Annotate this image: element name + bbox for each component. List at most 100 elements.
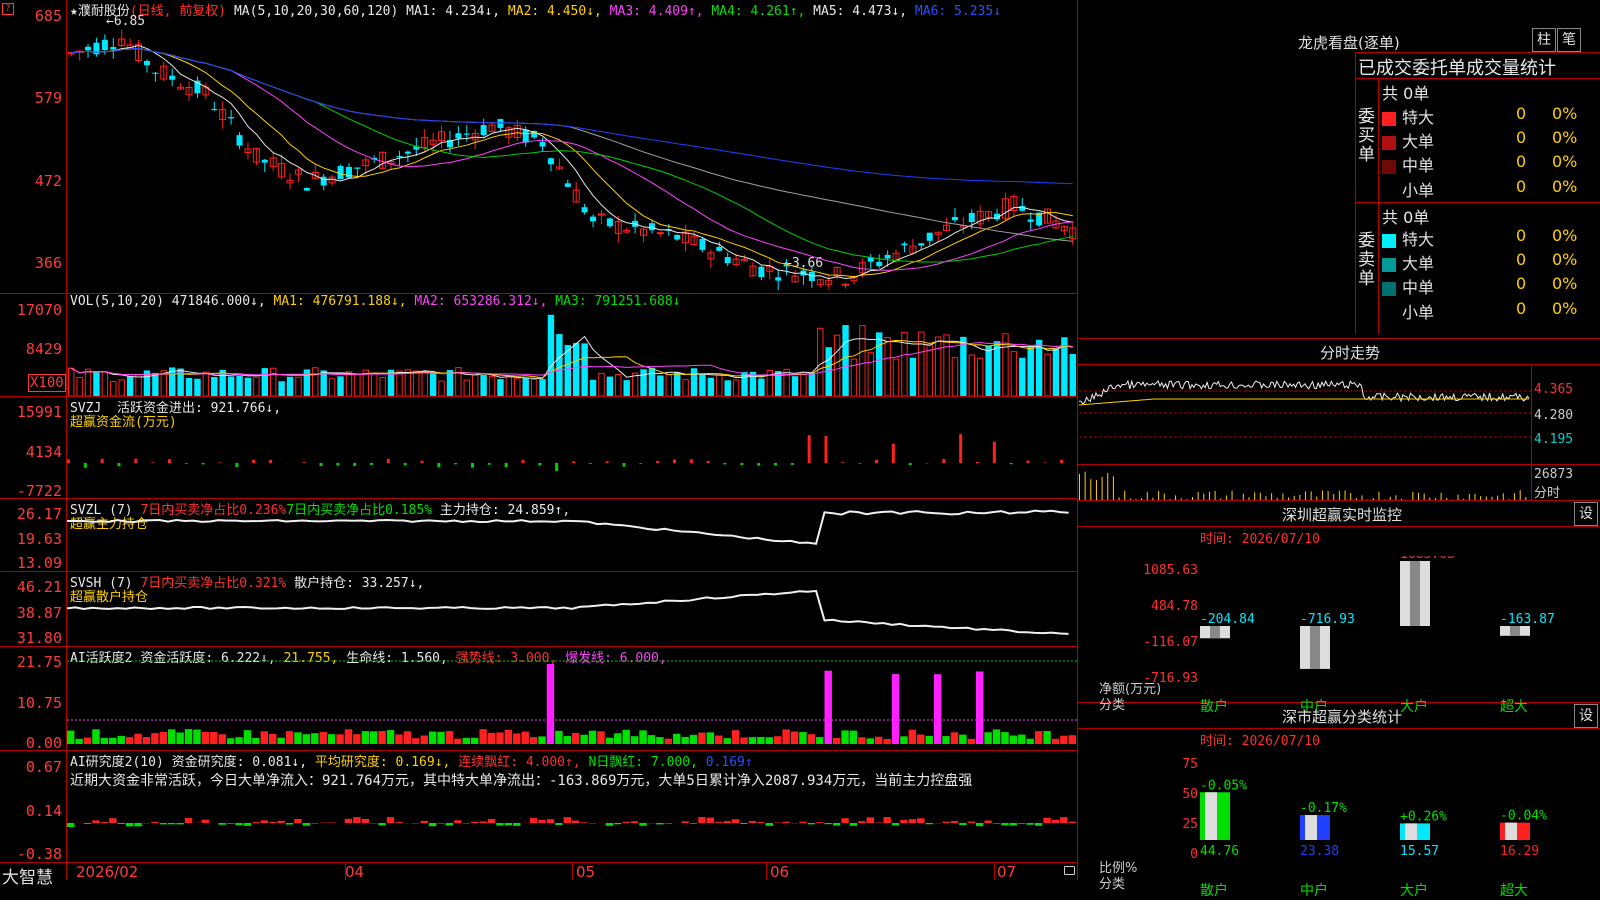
intraday-chart[interactable]	[1079, 365, 1531, 500]
intraday-volume-bar	[1169, 499, 1171, 500]
activity-bar	[664, 738, 672, 744]
intraday-volume-bar	[1344, 490, 1346, 500]
volume-bar	[657, 375, 664, 396]
research-bar	[555, 823, 563, 825]
activity-bar	[226, 738, 235, 744]
activity-bar	[311, 733, 319, 744]
volume-bar	[295, 376, 302, 396]
flow-bar	[252, 459, 256, 463]
flow-bar	[572, 461, 575, 463]
svg-text:-716.93: -716.93	[1300, 612, 1355, 627]
flow-bar	[218, 462, 222, 463]
research-bar	[723, 821, 731, 823]
candle	[783, 259, 790, 276]
monitor-bar: -204.84	[1200, 612, 1255, 639]
volume-bar	[185, 377, 193, 396]
candle	[455, 126, 462, 146]
volume-bar	[236, 375, 243, 396]
intraday-axis-label: 4.365	[1534, 382, 1574, 397]
activity-bar	[277, 737, 285, 744]
volume-bar	[682, 379, 689, 396]
volume-unit-button[interactable]: X100	[28, 374, 66, 392]
activity-bar	[984, 732, 992, 744]
monitor-cat: 超大	[1500, 699, 1528, 715]
lock-icon[interactable]	[1064, 866, 1075, 875]
candle	[590, 214, 597, 228]
buy-row: 小单 0 0%	[1382, 177, 1577, 201]
candle	[934, 231, 942, 242]
research-bar	[942, 821, 950, 823]
flow-bar	[302, 462, 306, 463]
activity-bar	[1034, 731, 1043, 744]
volume-bar	[1019, 357, 1026, 396]
research-bar	[92, 820, 100, 823]
swatch-icon	[1382, 184, 1396, 199]
volume-bar	[901, 331, 908, 396]
research-bar	[765, 823, 773, 826]
volume-bar	[648, 367, 656, 396]
class-settings-button[interactable]: 设	[1574, 704, 1598, 728]
monitor-settings-button[interactable]: 设	[1574, 502, 1598, 526]
activity-bar	[361, 731, 369, 744]
intraday-volume-bar	[1474, 493, 1476, 500]
volume-bar	[791, 376, 799, 396]
candle	[252, 147, 260, 166]
candle	[303, 187, 310, 191]
volume-bar	[800, 371, 807, 396]
ai-research-axis-label: 0.14	[25, 802, 62, 820]
volume-bar	[960, 336, 967, 396]
class-bar: -0.05% 44.76	[1200, 778, 1247, 859]
x-axis-label: 07	[997, 863, 1017, 881]
moving-average-line	[71, 47, 1073, 242]
candle	[909, 238, 917, 254]
volume-bar	[951, 357, 959, 396]
class-cat: 中户	[1300, 883, 1328, 899]
research-bar	[1026, 823, 1034, 825]
main-chart-area[interactable]: ? 685 579 472 366 ★濮耐股份(日线, 前复权) MA(5,10…	[0, 0, 1078, 888]
column-view-button[interactable]: 柱	[1532, 28, 1556, 52]
volume-bar	[833, 334, 841, 396]
candle	[707, 249, 715, 269]
volume-bar	[446, 370, 454, 396]
svzl-axis-label: 19.63	[16, 530, 62, 548]
swatch-icon	[1382, 135, 1396, 150]
intraday-volume-bar	[1282, 493, 1284, 500]
ai-research-axis-label: -0.38	[16, 845, 62, 863]
research-bar	[799, 821, 807, 823]
stroke-view-button[interactable]: 笔	[1557, 28, 1581, 52]
research-bar	[883, 817, 891, 823]
activity-bar	[462, 737, 470, 744]
activity-bar	[799, 732, 807, 744]
volume-bar	[1010, 351, 1018, 396]
buy-row: 中单 0 0%	[1382, 152, 1577, 176]
activity-bar	[151, 733, 159, 744]
flow-bar	[386, 458, 390, 463]
research-bar	[109, 818, 117, 823]
research-bar	[715, 821, 723, 823]
flow-bar	[790, 463, 794, 465]
research-bar	[277, 820, 285, 823]
flow-bar	[723, 463, 727, 465]
intraday-volume-bar	[1101, 476, 1103, 500]
intraday-volume-bar	[1259, 492, 1261, 500]
research-bar	[151, 821, 159, 823]
research-bar	[967, 821, 975, 823]
intraday-volume-bar	[1502, 493, 1504, 500]
candle	[564, 179, 571, 188]
research-bar	[900, 820, 908, 823]
swatch-icon	[1382, 233, 1396, 248]
research-bar	[201, 819, 210, 823]
intraday-volume-bar	[1327, 491, 1329, 500]
research-bar	[260, 820, 268, 823]
volume-bar	[270, 367, 277, 396]
activity-bar	[521, 731, 529, 744]
candlestick-chart[interactable]	[67, 14, 1077, 293]
volume-bar	[438, 380, 445, 396]
activity-bar	[83, 737, 92, 744]
volume-chart	[68, 314, 1076, 396]
intraday-volume-bar	[1321, 490, 1323, 500]
flow-bar	[757, 463, 761, 466]
activity-bar	[117, 735, 125, 744]
volume-bar	[867, 352, 874, 396]
activity-bar	[159, 731, 167, 744]
